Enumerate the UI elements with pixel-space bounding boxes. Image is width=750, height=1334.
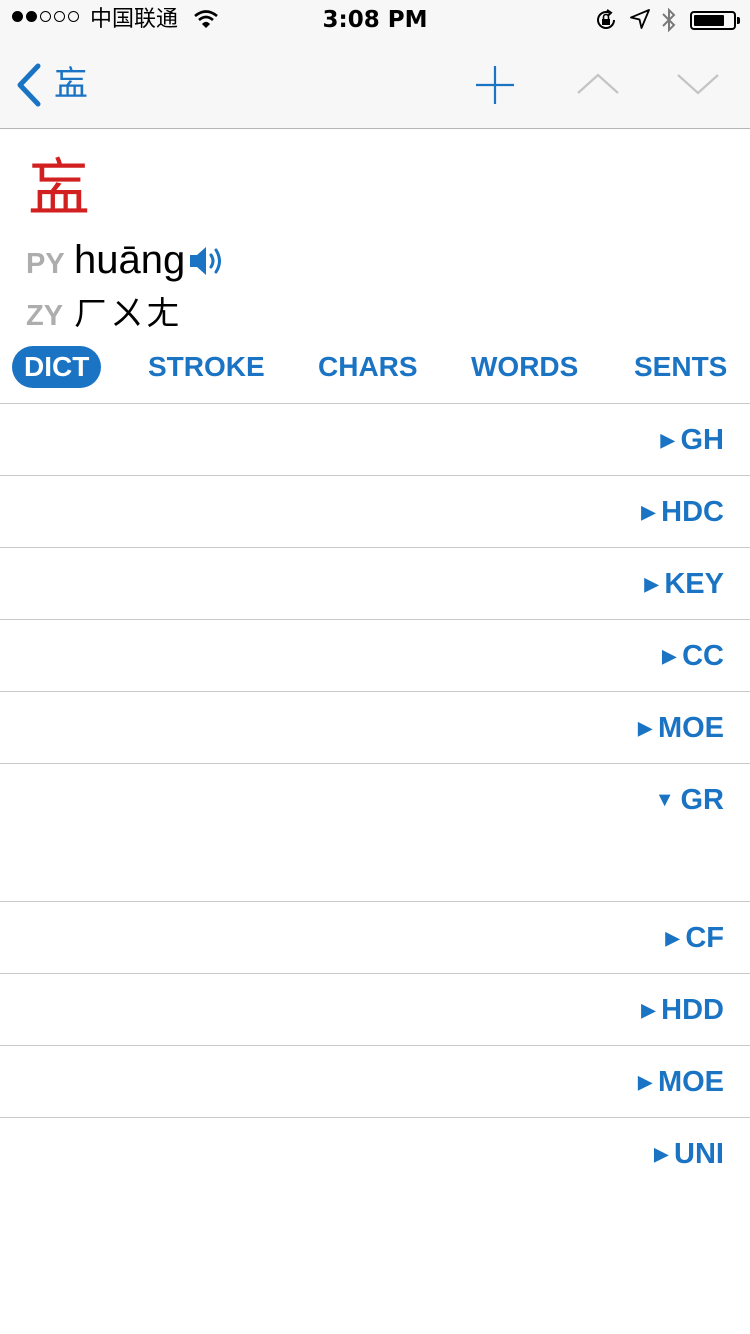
expand-triangle-icon: ▶	[660, 429, 675, 450]
chevron-up-icon	[577, 73, 619, 94]
dictionary-entry-hdc[interactable]: ▶ HDC	[0, 475, 750, 547]
dictionary-entry-uni[interactable]: ▶ UNI	[0, 1117, 750, 1189]
next-button[interactable]	[676, 72, 720, 100]
rotation-lock-icon	[594, 8, 618, 36]
battery-icon	[690, 11, 740, 30]
add-button[interactable]	[474, 64, 516, 110]
dictionary-entry-gh[interactable]: ▶ GH	[0, 403, 750, 475]
pinyin-row: PY huāng	[26, 238, 185, 284]
dictionary-entry-label: HDD	[661, 993, 724, 1026]
status-bar: 中国联通 3:08 PM	[0, 0, 750, 40]
dictionary-entry-label: GH	[680, 423, 725, 456]
back-button-label: 衁	[54, 64, 88, 104]
navigation-bar: 衁	[0, 40, 750, 129]
dictionary-entry-label: CF	[685, 921, 724, 954]
tab-stroke[interactable]: STROKE	[148, 346, 265, 388]
tab-words[interactable]: WORDS	[471, 346, 578, 388]
expand-triangle-icon: ▶	[638, 1071, 652, 1092]
headword-character: 衁	[28, 151, 91, 224]
add-icon	[476, 66, 514, 104]
dictionary-list: ▶ GH ▶ HDC ▶ KEY ▶ CC ▶ MOE ▼ GR ▶ CF ▶ HDD ▶ MOE…	[0, 403, 750, 1189]
expand-triangle-icon: ▶	[644, 573, 659, 594]
speaker-icon	[190, 247, 221, 275]
chevron-down-icon	[677, 74, 719, 95]
collapse-triangle-icon: ▼	[654, 788, 675, 811]
dictionary-entry-cf[interactable]: ▶ CF	[0, 901, 750, 973]
dictionary-entry-label: HDC	[661, 495, 724, 528]
back-button[interactable]: 衁	[14, 62, 104, 108]
expand-triangle-icon: ▶	[662, 645, 677, 666]
zhuyin-row: ZY ㄏㄨㄤ	[26, 286, 182, 334]
tab-chars[interactable]: CHARS	[318, 346, 418, 388]
dictionary-entry-label: UNI	[674, 1137, 724, 1170]
tab-sents[interactable]: SENTS	[634, 346, 727, 388]
location-arrow-icon	[629, 8, 651, 34]
dictionary-entry-moe[interactable]: ▶ MOE	[0, 691, 750, 763]
zhuyin-value: ㄏㄨㄤ	[74, 294, 182, 334]
pinyin-value: huāng	[74, 238, 186, 282]
expand-triangle-icon: ▶	[665, 927, 680, 948]
pinyin-label: PY	[26, 248, 65, 280]
dictionary-entry-moe-2[interactable]: ▶ MOE	[0, 1045, 750, 1117]
zhuyin-label: ZY	[26, 300, 64, 332]
bluetooth-icon	[660, 6, 678, 38]
tab-bar: DICT STROKE CHARS WORDS SENTS	[0, 346, 750, 390]
dictionary-entry-key[interactable]: ▶ KEY	[0, 547, 750, 619]
tab-dict[interactable]: DICT	[12, 346, 102, 388]
previous-button[interactable]	[576, 72, 620, 100]
dictionary-entry-label: MOE	[657, 711, 724, 744]
dictionary-entry-label: MOE	[657, 1065, 724, 1098]
back-chevron-icon	[17, 63, 41, 107]
dictionary-entry-label: KEY	[664, 567, 724, 600]
expand-triangle-icon: ▶	[654, 1143, 669, 1164]
dictionary-entry-hdd[interactable]: ▶ HDD	[0, 973, 750, 1045]
expand-triangle-icon: ▶	[638, 717, 652, 738]
dictionary-entry-gr[interactable]: ▼ GR	[0, 763, 750, 901]
dictionary-entry-cc[interactable]: ▶ CC	[0, 619, 750, 691]
dictionary-entry-label: GR	[680, 783, 725, 816]
play-audio-button[interactable]	[188, 244, 228, 282]
dictionary-entry-label: CC	[682, 639, 724, 672]
expand-triangle-icon: ▶	[641, 501, 656, 522]
expand-triangle-icon: ▶	[641, 999, 656, 1020]
